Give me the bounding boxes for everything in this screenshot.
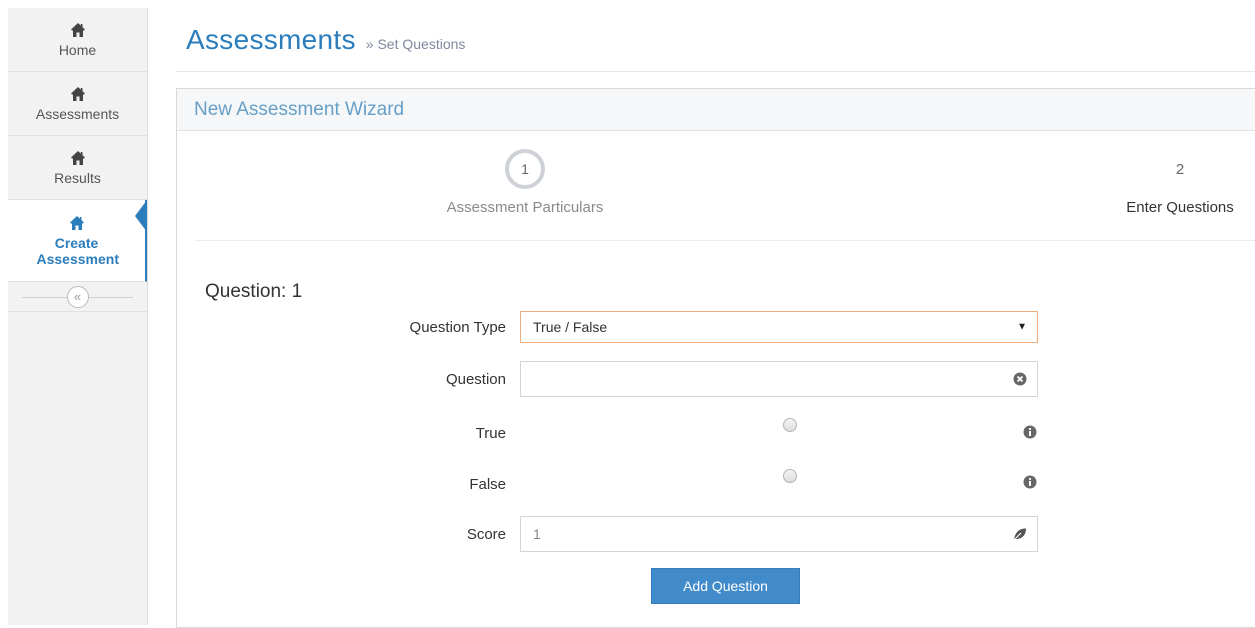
sidebar-item-home[interactable]: Home bbox=[8, 8, 147, 72]
step-label: Assessment Particulars bbox=[446, 199, 604, 216]
home-icon bbox=[70, 150, 85, 165]
clear-icon[interactable] bbox=[1013, 372, 1027, 386]
wizard-step-2[interactable]: 2 Enter Questions bbox=[1095, 149, 1255, 217]
caret-down-icon: ▼ bbox=[1017, 321, 1027, 333]
wizard-steps: 1 Assessment Particulars 2 Enter Questio… bbox=[195, 131, 1255, 241]
wizard-step-1[interactable]: 1 Assessment Particulars bbox=[405, 149, 645, 216]
info-icon[interactable] bbox=[1023, 475, 1037, 489]
false-radio[interactable] bbox=[783, 469, 797, 483]
breadcrumb: » Set Questions bbox=[365, 35, 466, 52]
page-header: Assessments » Set Questions bbox=[176, 8, 1255, 72]
sidebar-collapse-row: « bbox=[8, 282, 147, 312]
score-label: Score bbox=[466, 525, 506, 543]
wizard-title: New Assessment Wizard bbox=[194, 98, 405, 120]
true-option-row: True bbox=[176, 415, 1056, 451]
step-number: 2 bbox=[1175, 160, 1185, 178]
sidebar-item-label: Assessments bbox=[35, 105, 120, 122]
info-icon[interactable] bbox=[1023, 425, 1037, 439]
question-title: Question: 1 bbox=[205, 281, 303, 302]
sidebar-item-label: Results bbox=[54, 169, 101, 186]
question-type-select[interactable]: True / False ▼ bbox=[520, 311, 1038, 343]
question-type-row: Question Type True / False ▼ bbox=[176, 309, 1056, 345]
step-circle: 1 bbox=[505, 149, 545, 189]
score-value: 1 bbox=[533, 526, 541, 542]
home-icon bbox=[69, 215, 84, 230]
add-question-button[interactable]: Add Question bbox=[651, 568, 800, 604]
question-type-value: True / False bbox=[533, 319, 608, 335]
double-chevron-left-icon[interactable]: « bbox=[66, 285, 89, 308]
question-type-label: Question Type bbox=[409, 318, 506, 336]
sidebar-item-label: Home bbox=[58, 41, 97, 58]
false-option-label: False bbox=[469, 475, 506, 493]
home-icon bbox=[70, 22, 85, 37]
question-label: Question bbox=[445, 370, 506, 388]
true-option-label: True bbox=[475, 424, 506, 442]
page-title: Assessments bbox=[186, 23, 356, 55]
true-radio[interactable] bbox=[783, 418, 797, 432]
score-input[interactable]: 1 bbox=[520, 516, 1038, 552]
step-label: Enter Questions bbox=[1126, 199, 1234, 216]
sidebar-item-results[interactable]: Results bbox=[8, 136, 147, 200]
question-row: Question bbox=[176, 361, 1056, 397]
active-indicator bbox=[135, 200, 147, 232]
false-option-row: False bbox=[176, 466, 1056, 502]
sidebar-item-assessments[interactable]: Assessments bbox=[8, 72, 147, 136]
wizard-header: New Assessment Wizard bbox=[177, 89, 1255, 131]
sidebar-item-create-assessment[interactable]: Create Assessment bbox=[8, 200, 147, 282]
leaf-icon bbox=[1013, 528, 1026, 541]
score-row: Score 1 bbox=[176, 516, 1056, 552]
home-icon bbox=[70, 86, 85, 101]
sidebar: Home Assessments Results Create Assessme… bbox=[8, 8, 148, 625]
question-input[interactable] bbox=[520, 361, 1038, 397]
sidebar-item-label: Create Assessment bbox=[36, 234, 120, 267]
